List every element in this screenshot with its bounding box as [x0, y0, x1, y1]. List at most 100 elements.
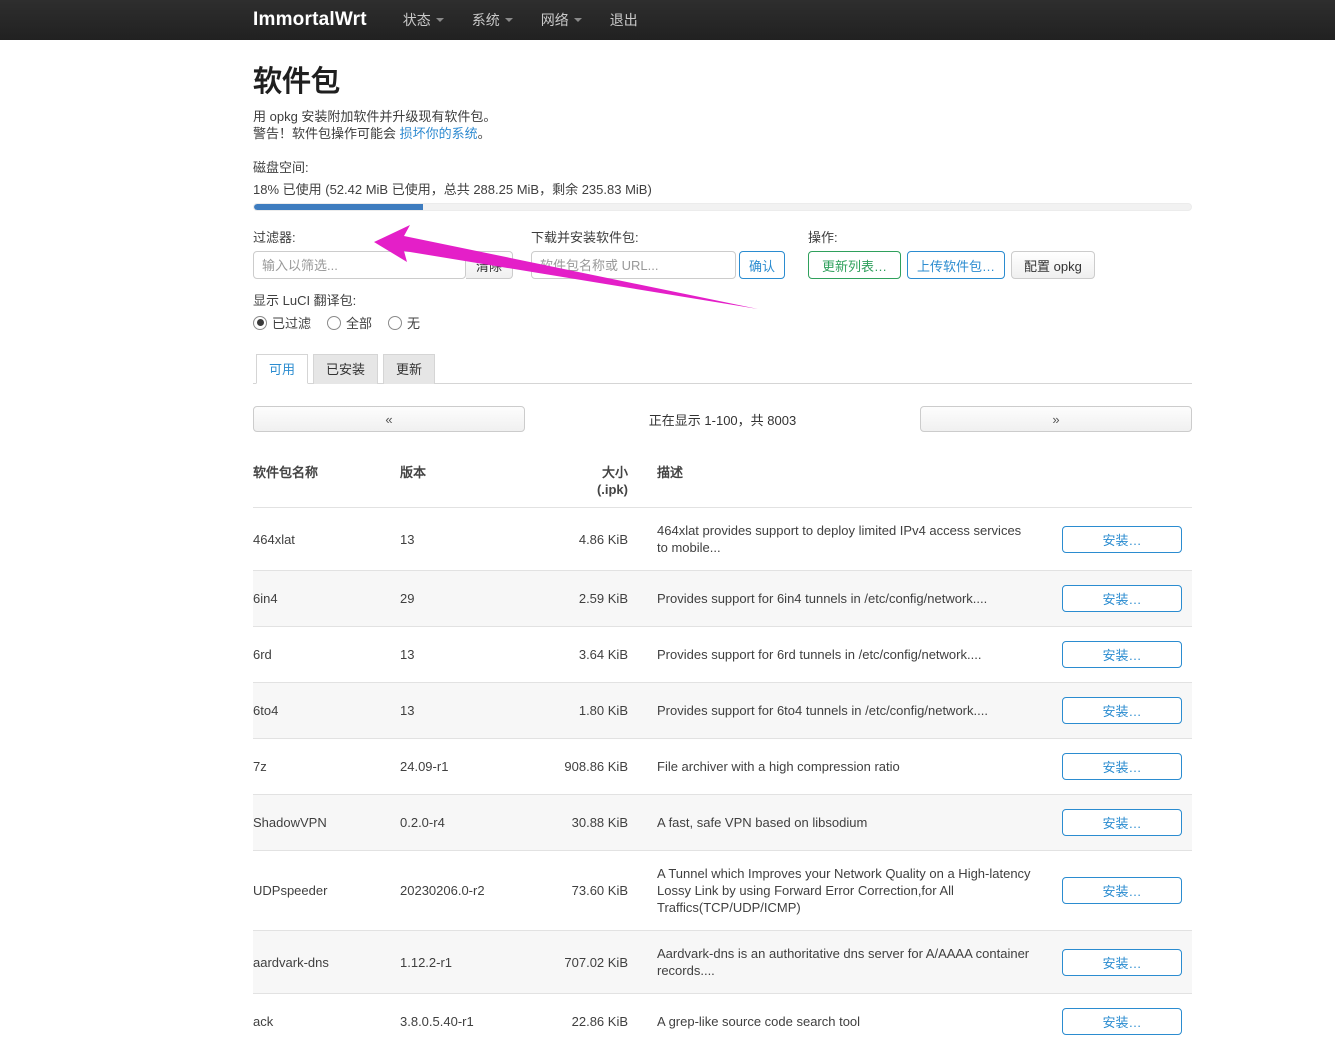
upload-package-button[interactable]: 上传软件包…: [907, 251, 1005, 279]
header-package-name: 软件包名称: [253, 454, 400, 508]
package-description-cell: File archiver with a high compression ra…: [630, 739, 1042, 795]
disk-usage-text: 18% 已使用 (52.42 MiB 已使用，总共 288.25 MiB，剩余 …: [253, 179, 1192, 198]
header-actions: [1042, 454, 1192, 508]
table-row: 464xlat 13 4.86 KiB 464xlat provides sup…: [253, 508, 1192, 571]
package-size-cell: 908.86 KiB: [490, 739, 630, 795]
disk-space-label: 磁盘空间:: [253, 157, 1192, 176]
package-size-cell: 4.86 KiB: [490, 508, 630, 571]
filter-label: 过滤器:: [253, 227, 531, 246]
clear-filter-button[interactable]: 清除: [466, 251, 513, 279]
radio-option-filtered[interactable]: 已过滤: [253, 313, 311, 332]
package-name-cell: 6in4: [253, 571, 400, 627]
actions-column: 操作: 更新列表… 上传软件包… 配置 opkg: [808, 227, 1192, 279]
table-row: 6in4 29 2.59 KiB Provides support for 6i…: [253, 571, 1192, 627]
install-button[interactable]: 安装…: [1062, 877, 1182, 904]
install-button[interactable]: 安装…: [1062, 809, 1182, 836]
header-size-line2: (.ipk): [597, 482, 628, 497]
package-url-input[interactable]: [531, 251, 736, 279]
package-name-cell: 6to4: [253, 683, 400, 739]
radio-checked-icon: [253, 316, 267, 330]
package-version-cell: 29: [400, 571, 490, 627]
top-navbar: ImmortalWrt 状态 系统 网络 退出: [0, 0, 1335, 40]
prev-page-button[interactable]: «: [253, 406, 525, 432]
radio-unchecked-icon: [388, 316, 402, 330]
install-button[interactable]: 安装…: [1062, 1008, 1182, 1035]
damage-system-link[interactable]: 损坏你的系统: [400, 126, 478, 141]
nav-item-logout[interactable]: 退出: [610, 10, 638, 30]
radio-option-all[interactable]: 全部: [327, 313, 372, 332]
package-name-cell: UDPspeeder: [253, 851, 400, 931]
translation-filter-section: 显示 LuCI 翻译包: 已过滤 全部 无: [253, 290, 1192, 332]
filter-input[interactable]: [253, 251, 466, 279]
chevron-down-icon: [574, 18, 582, 22]
tab-updates[interactable]: 更新: [383, 354, 435, 384]
actions-label: 操作:: [808, 227, 1192, 246]
package-name-cell: 464xlat: [253, 508, 400, 571]
main-content: 软件包 用 opkg 安装附加软件并升级现有软件包。 警告！软件包操作可能会 损…: [253, 58, 1192, 1044]
tab-available[interactable]: 可用: [256, 354, 308, 384]
install-button[interactable]: 安装…: [1062, 641, 1182, 668]
controls-row: 过滤器: 清除 下载并安装软件包: 确认 操作: 更新列表… 上传软件包… 配置…: [253, 227, 1192, 279]
package-tabs: 可用 已安装 更新: [253, 354, 1192, 384]
install-button[interactable]: 安装…: [1062, 697, 1182, 724]
package-name-cell: ack: [253, 994, 400, 1044]
header-size-line1: 大小: [602, 465, 628, 480]
warning-text: 警告！软件包操作可能会: [253, 126, 400, 141]
next-page-button[interactable]: »: [920, 406, 1192, 432]
package-description-cell: Aardvark-dns is an authoritative dns ser…: [630, 931, 1042, 994]
table-row: 6to4 13 1.80 KiB Provides support for 6t…: [253, 683, 1192, 739]
disk-progress-bar: [253, 203, 1192, 211]
download-column: 下载并安装软件包: 确认: [531, 227, 808, 279]
nav-item-status[interactable]: 状态: [403, 10, 444, 30]
filter-column: 过滤器: 清除: [253, 227, 531, 279]
radio-option-none[interactable]: 无: [388, 313, 420, 332]
table-row: ShadowVPN 0.2.0-r4 30.88 KiB A fast, saf…: [253, 795, 1192, 851]
install-button[interactable]: 安装…: [1062, 526, 1182, 553]
package-size-cell: 73.60 KiB: [490, 851, 630, 931]
table-row: ack 3.8.0.5.40-r1 22.86 KiB A grep-like …: [253, 994, 1192, 1044]
package-version-cell: 13: [400, 683, 490, 739]
package-size-cell: 3.64 KiB: [490, 627, 630, 683]
package-name-cell: aardvark-dns: [253, 931, 400, 994]
nav-item-system[interactable]: 系统: [472, 10, 513, 30]
confirm-download-button[interactable]: 确认: [739, 251, 785, 279]
radio-all-label: 全部: [346, 313, 372, 332]
brand-logo[interactable]: ImmortalWrt: [253, 9, 367, 31]
package-description-cell: Provides support for 6rd tunnels in /etc…: [630, 627, 1042, 683]
tab-installed[interactable]: 已安装: [313, 354, 378, 384]
radio-unchecked-icon: [327, 316, 341, 330]
page-title: 软件包: [253, 58, 1192, 100]
nav-item-logout-label: 退出: [610, 10, 638, 30]
table-row: UDPspeeder 20230206.0-r2 73.60 KiB A Tun…: [253, 851, 1192, 931]
pagination-bar: « 正在显示 1-100，共 8003 »: [253, 406, 1192, 432]
package-version-cell: 13: [400, 627, 490, 683]
package-name-cell: 7z: [253, 739, 400, 795]
install-button[interactable]: 安装…: [1062, 949, 1182, 976]
header-description: 描述: [630, 454, 1042, 508]
chevron-down-icon: [436, 18, 444, 22]
navbar-inner: ImmortalWrt 状态 系统 网络 退出: [253, 9, 666, 31]
translation-filter-label: 显示 LuCI 翻译包:: [253, 290, 1192, 309]
package-size-cell: 2.59 KiB: [490, 571, 630, 627]
nav-item-status-label: 状态: [403, 10, 431, 30]
table-row: 6rd 13 3.64 KiB Provides support for 6rd…: [253, 627, 1192, 683]
header-version: 版本: [400, 454, 490, 508]
download-label: 下载并安装软件包:: [531, 227, 808, 246]
update-lists-button[interactable]: 更新列表…: [808, 251, 901, 279]
disk-progress-fill: [254, 204, 423, 210]
package-description-cell: Provides support for 6to4 tunnels in /et…: [630, 683, 1042, 739]
package-description-cell: A grep-like source code search tool: [630, 994, 1042, 1044]
package-name-cell: ShadowVPN: [253, 795, 400, 851]
radio-filtered-label: 已过滤: [272, 313, 311, 332]
page-subtitle: 用 opkg 安装附加软件并升级现有软件包。: [253, 108, 1192, 125]
package-description-cell: A Tunnel which Improves your Network Qua…: [630, 851, 1042, 931]
configure-opkg-button[interactable]: 配置 opkg: [1011, 251, 1095, 279]
table-row: aardvark-dns 1.12.2-r1 707.02 KiB Aardva…: [253, 931, 1192, 994]
package-version-cell: 1.12.2-r1: [400, 931, 490, 994]
package-version-cell: 3.8.0.5.40-r1: [400, 994, 490, 1044]
nav-item-network[interactable]: 网络: [541, 10, 582, 30]
radio-none-label: 无: [407, 313, 420, 332]
page-warning: 警告！软件包操作可能会 损坏你的系统。: [253, 125, 1192, 142]
install-button[interactable]: 安装…: [1062, 753, 1182, 780]
install-button[interactable]: 安装…: [1062, 585, 1182, 612]
